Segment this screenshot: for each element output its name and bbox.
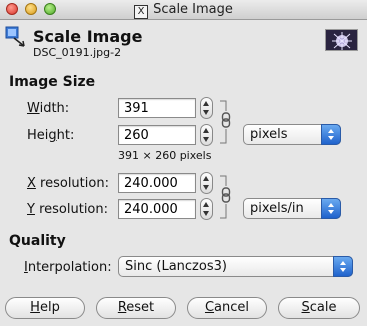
x11-icon: X: [134, 5, 149, 19]
scale-button[interactable]: Scale: [278, 297, 360, 319]
height-label: Height:: [27, 128, 75, 143]
cancel-button[interactable]: Cancel: [187, 297, 267, 319]
image-size-heading: Image Size: [9, 74, 96, 90]
width-spinner[interactable]: [200, 97, 213, 119]
x-resolution-field[interactable]: [118, 173, 196, 193]
help-button[interactable]: Help: [5, 297, 85, 319]
window-title: X Scale Image: [0, 2, 367, 19]
x-resolution-label: X resolution:: [27, 176, 109, 191]
chain-link-resolution-icon[interactable]: [219, 174, 235, 220]
title-bar: X Scale Image: [0, 0, 367, 20]
interpolation-select[interactable]: Sinc (Lanczos3): [118, 256, 353, 277]
width-label: Width:: [27, 101, 70, 116]
dialog-title: Scale Image: [33, 27, 143, 46]
scale-image-icon: [5, 26, 27, 48]
height-spinner[interactable]: [200, 124, 213, 146]
interpolation-label: Interpolation:: [24, 260, 112, 275]
image-filename: DSC_0191.jpg-2: [33, 46, 122, 59]
pixel-dimensions-text: 391 × 260 pixels: [118, 149, 212, 162]
size-unit-select[interactable]: pixels: [243, 124, 341, 145]
x-resolution-spinner[interactable]: [200, 172, 213, 194]
width-field[interactable]: [118, 98, 196, 118]
reset-button[interactable]: Reset: [96, 297, 176, 319]
image-thumbnail: [325, 29, 358, 51]
y-resolution-field[interactable]: [118, 199, 196, 219]
height-field[interactable]: [118, 125, 196, 145]
resolution-unit-select[interactable]: pixels/in: [243, 198, 341, 219]
y-resolution-spinner[interactable]: [200, 198, 213, 220]
quality-heading: Quality: [9, 233, 66, 249]
y-resolution-label: Y resolution:: [27, 202, 109, 217]
chain-link-size-icon[interactable]: [219, 99, 235, 145]
